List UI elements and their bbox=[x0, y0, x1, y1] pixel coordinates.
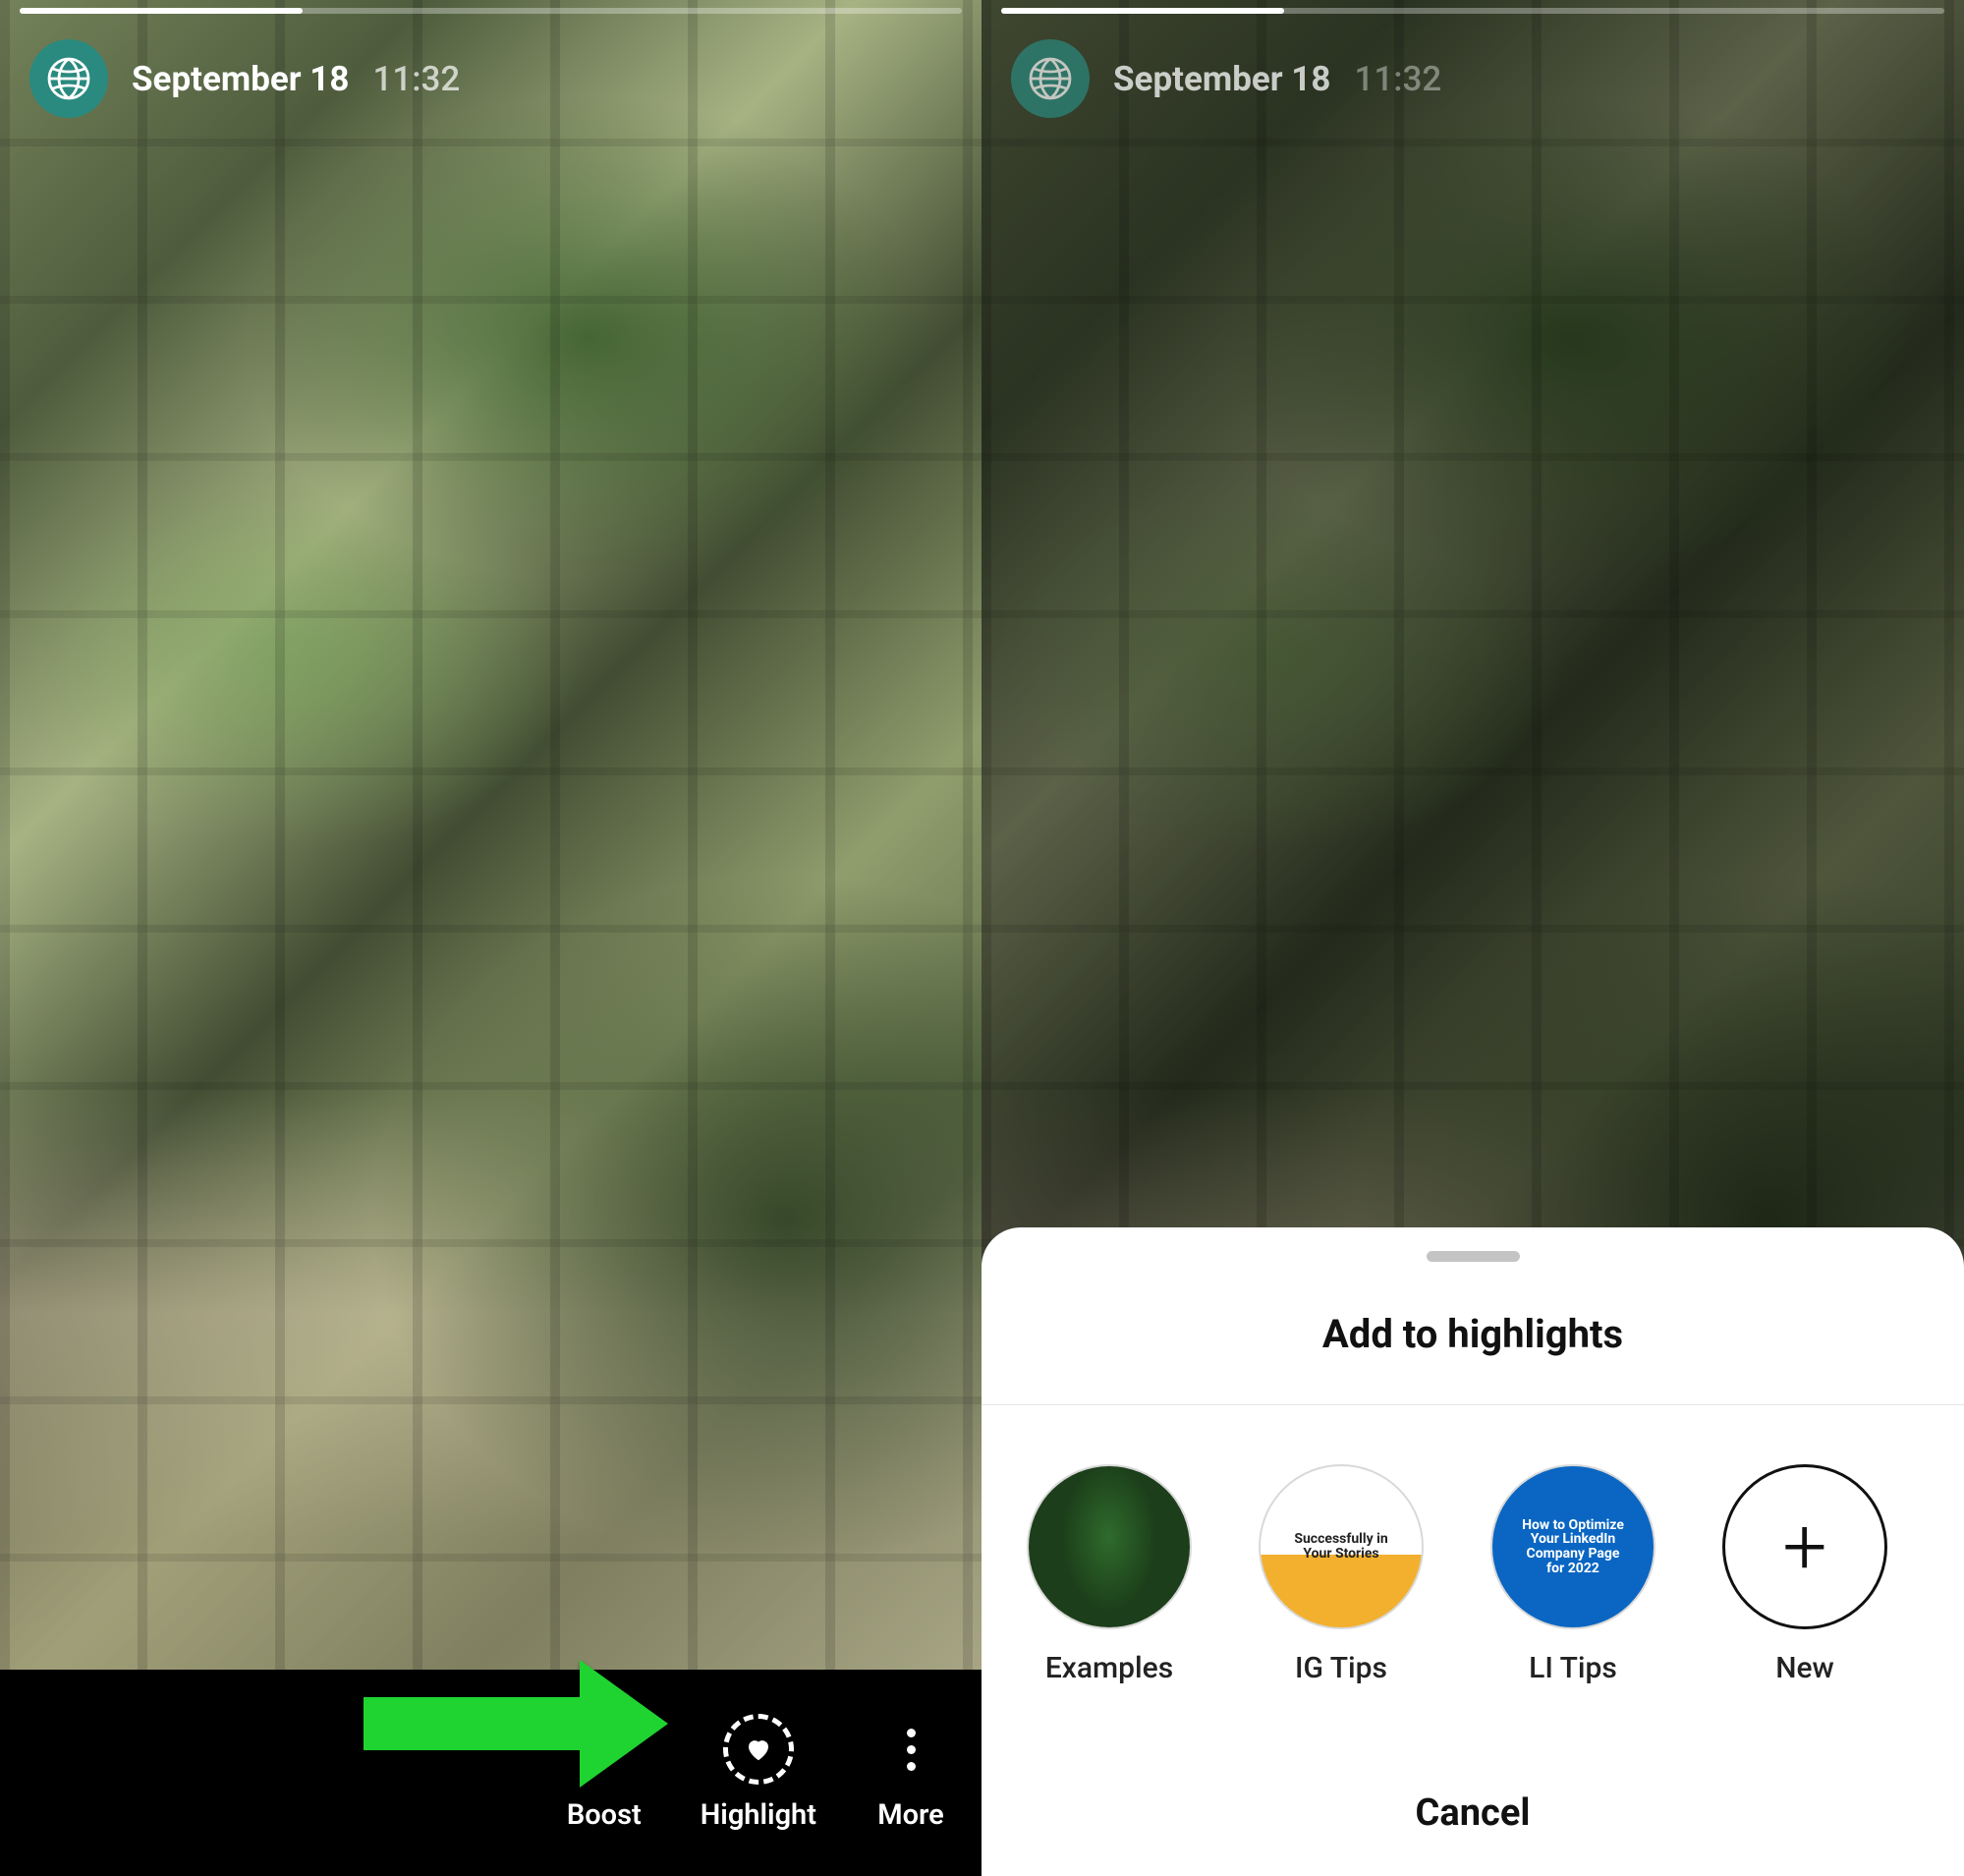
highlight-option-examples[interactable]: Examples bbox=[1027, 1464, 1192, 1685]
boost-label: Boost bbox=[567, 1798, 642, 1832]
highlight-thumb-li-tips: How to OptimizeYour LinkedInCompany Page… bbox=[1490, 1464, 1655, 1629]
story-header: September 18 11:32 bbox=[29, 39, 952, 118]
sheet-title: Add to highlights bbox=[982, 1311, 1964, 1357]
story-progress-bar[interactable] bbox=[20, 8, 962, 14]
story-time: 11:32 bbox=[1354, 59, 1441, 99]
highlight-label: IG Tips bbox=[1295, 1651, 1387, 1685]
cancel-button[interactable]: Cancel bbox=[982, 1750, 1964, 1876]
globe-leaf-icon bbox=[45, 55, 92, 102]
story-date: September 18 bbox=[1113, 59, 1330, 99]
more-icon bbox=[875, 1714, 946, 1785]
highlight-option-li-tips[interactable]: How to OptimizeYour LinkedInCompany Page… bbox=[1490, 1464, 1655, 1685]
story-header: September 18 11:32 bbox=[1011, 39, 1935, 118]
highlight-new-circle: + bbox=[1722, 1464, 1887, 1629]
story-date: September 18 bbox=[132, 59, 349, 99]
avatar[interactable] bbox=[29, 39, 108, 118]
annotation-arrow bbox=[364, 1660, 668, 1788]
plus-icon: + bbox=[1782, 1507, 1826, 1586]
story-view-right: September 18 11:32 Add to highlights Exa… bbox=[982, 0, 1964, 1876]
avatar[interactable] bbox=[1011, 39, 1090, 118]
highlight-thumb-examples bbox=[1027, 1464, 1192, 1629]
highlight-thumb-ig-tips: Successfully inYour Stories bbox=[1259, 1464, 1424, 1629]
highlight-label: LI Tips bbox=[1529, 1651, 1617, 1685]
highlight-options-row: Examples Successfully inYour Stories IG … bbox=[982, 1405, 1964, 1685]
sheet-drag-handle[interactable] bbox=[1427, 1251, 1520, 1262]
story-progress-bar[interactable] bbox=[1001, 8, 1944, 14]
highlight-label: Examples bbox=[1045, 1651, 1173, 1685]
story-time: 11:32 bbox=[372, 59, 460, 99]
heart-icon bbox=[744, 1734, 773, 1764]
highlight-option-new[interactable]: + New bbox=[1722, 1464, 1887, 1685]
more-button[interactable]: More bbox=[875, 1714, 946, 1832]
story-view-left: September 18 11:32 Boost Highlight More bbox=[0, 0, 982, 1876]
highlight-label: Highlight bbox=[701, 1798, 816, 1832]
highlight-button[interactable]: Highlight bbox=[701, 1714, 816, 1832]
more-label: More bbox=[877, 1798, 944, 1832]
globe-leaf-icon bbox=[1027, 55, 1074, 102]
highlight-option-ig-tips[interactable]: Successfully inYour Stories IG Tips bbox=[1259, 1464, 1424, 1685]
highlight-icon bbox=[723, 1714, 794, 1785]
highlight-label-new: New bbox=[1775, 1651, 1834, 1685]
add-to-highlights-sheet: Add to highlights Examples Successfully … bbox=[982, 1227, 1964, 1876]
story-background bbox=[0, 0, 982, 1876]
